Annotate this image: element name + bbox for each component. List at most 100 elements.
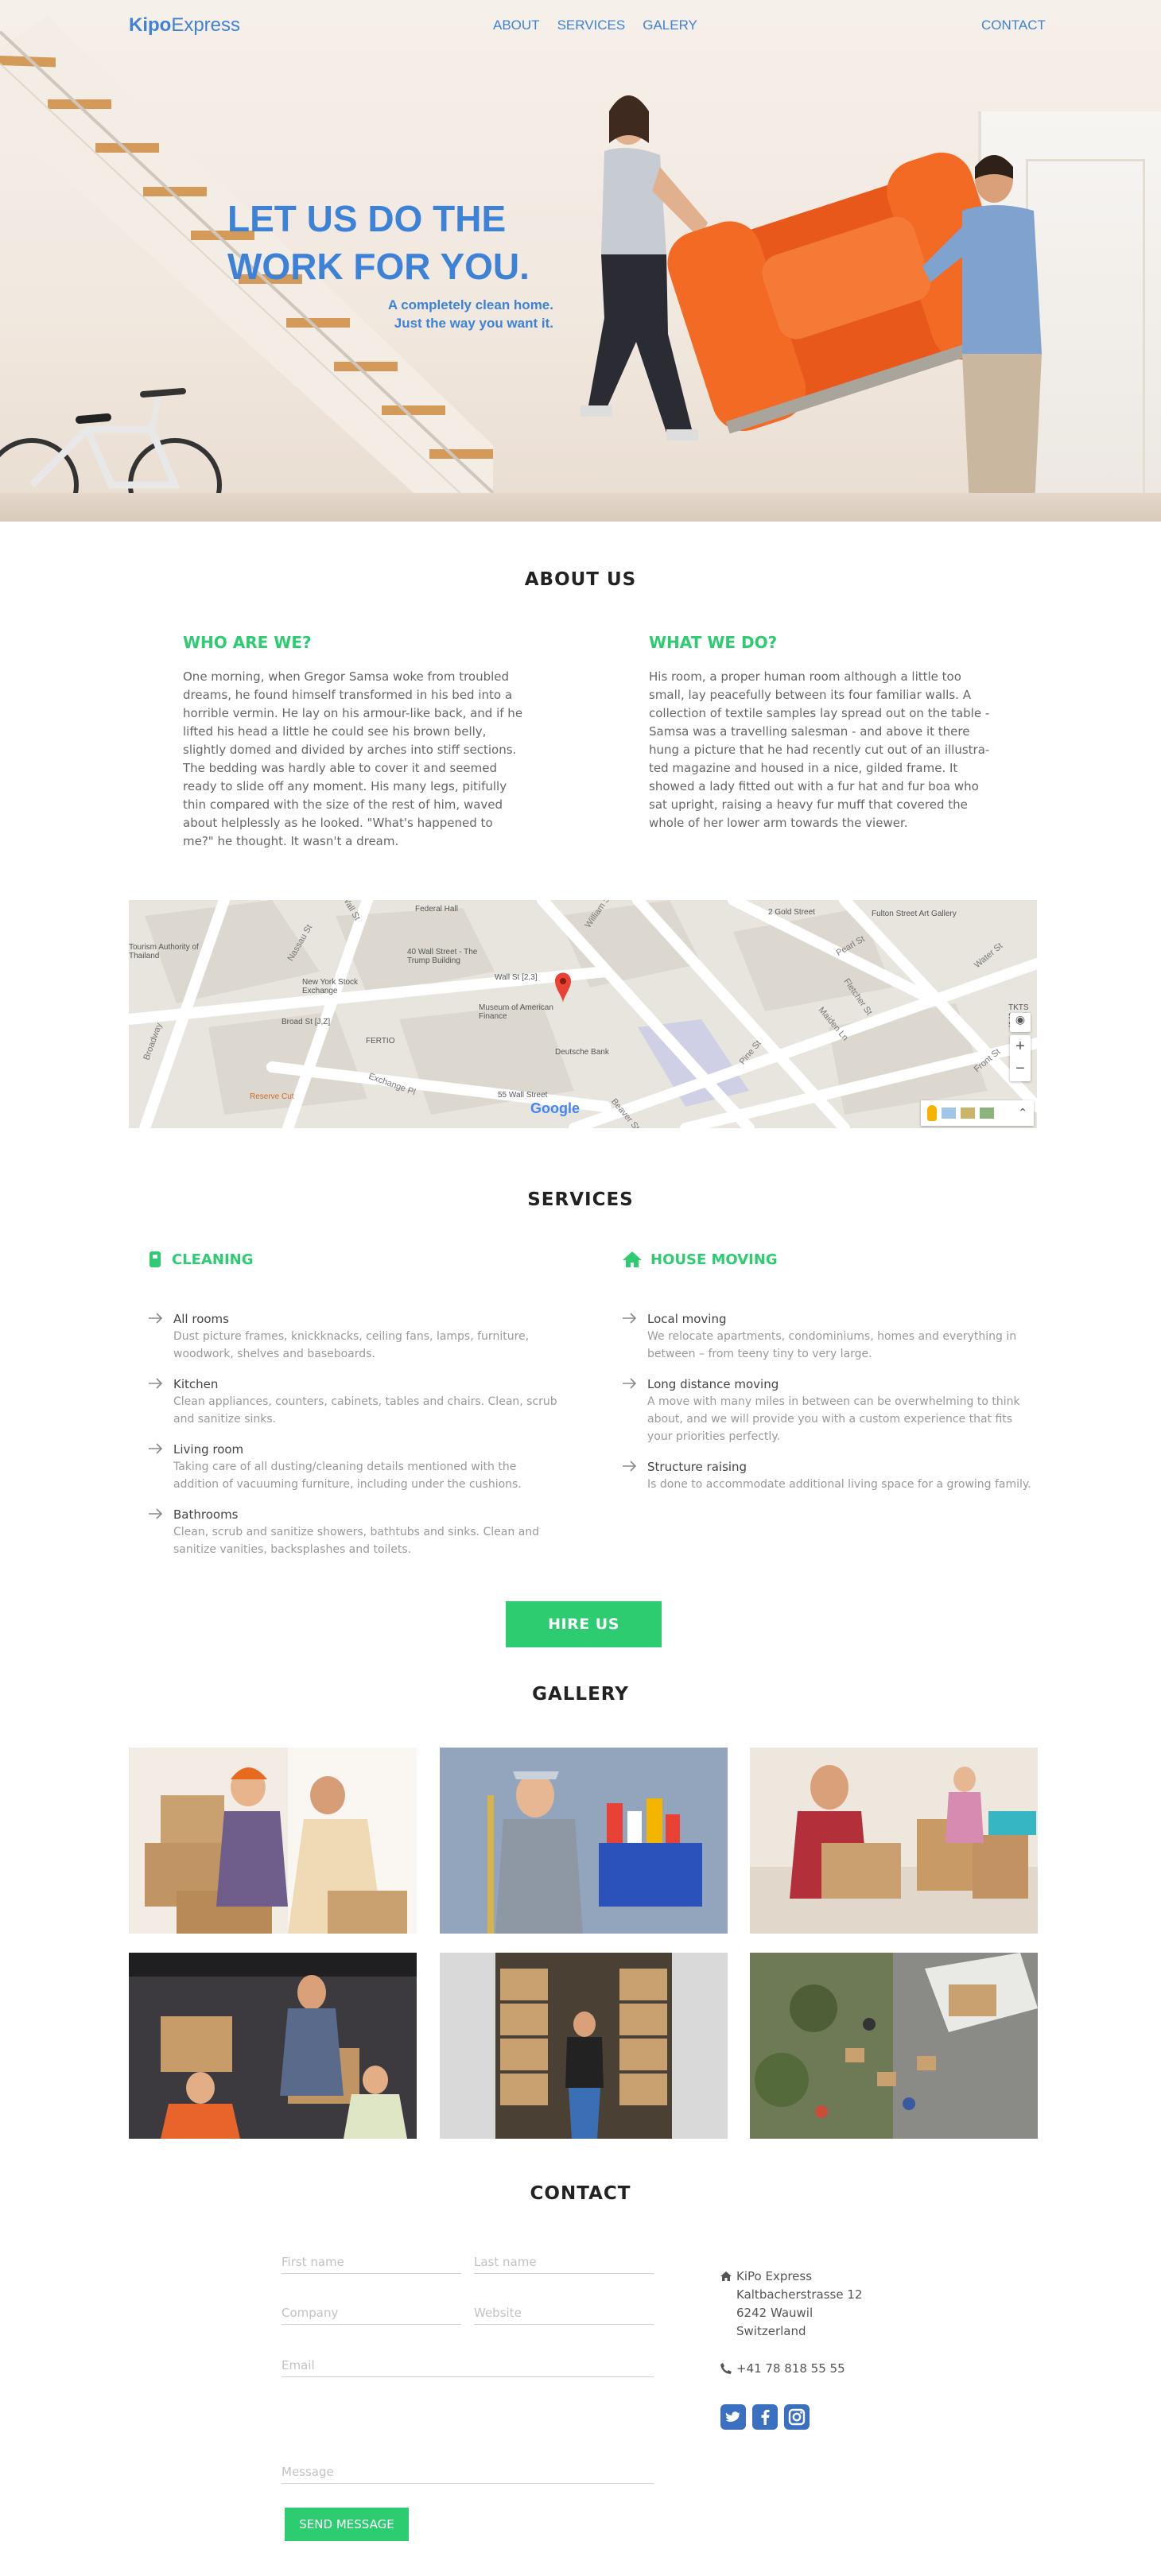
map-layer-control: ⌃ [921,1100,1034,1126]
instagram-icon [788,2408,806,2426]
address-country: Switzerland [736,2324,806,2338]
nav-link-services[interactable]: SERVICES [557,17,626,33]
map-google-logo: Google [530,1100,580,1117]
services-title: SERVICES [527,1189,634,1210]
brand-logo-bold: Kipo [129,14,172,36]
instagram-link[interactable] [784,2404,810,2430]
arrow-right-icon [149,1508,163,1519]
home-icon [720,2271,732,2281]
email-input[interactable] [282,2353,654,2377]
twitter-link[interactable] [720,2404,746,2430]
arrow-right-icon [623,1313,637,1324]
pegman-icon[interactable] [927,1105,937,1121]
service-item-desc: Is done to accommodate additional living… [647,1478,1031,1491]
service-item-name: Structure raising [647,1460,747,1474]
map-label-broad-st: Broad St [J,Z] [282,1018,331,1026]
hero-man-image [922,155,1042,522]
hero-subtitle: A completely clean home. Just the way yo… [334,296,553,332]
gallery-photo-cleaner-cart [440,1748,728,1934]
service-item-desc: We relocate apartments, condominiums, ho… [647,1330,1017,1360]
map-zoom-out-button[interactable]: − [1010,1057,1031,1080]
map-label-museum: Museum of American Finance [479,1003,553,1021]
service-item-desc: Clean appliances, counters, cabinets, ta… [173,1395,557,1426]
phone-number[interactable]: +41 78 818 55 55 [720,2360,845,2378]
nav-link-gallery[interactable]: GALERY [643,17,697,33]
services-cleaning-column: CLEANING All rooms Dust picture frames, … [148,1250,561,1558]
nav-link-contact[interactable]: CONTACT [981,17,1046,33]
hero-section: KipoExpress ABOUT SERVICES GALERY CONTAC… [0,0,1161,522]
address-company-name: KiPo Express [736,2269,813,2283]
phone-icon [720,2363,732,2374]
service-item: Local moving We relocate apartments, con… [622,1310,1035,1363]
nav-link-about[interactable]: ABOUT [493,17,540,33]
service-item: Living room Taking care of all dusting/c… [148,1441,561,1493]
message-input[interactable] [282,2460,654,2484]
satellite-layer-thumb-icon[interactable] [961,1108,975,1119]
nav-links: ABOUT SERVICES GALERY [493,17,697,33]
service-item: All rooms Dust picture frames, knickknac… [148,1310,561,1363]
hero-floor [0,493,1161,522]
map-layer-thumb-icon[interactable] [942,1108,956,1119]
gallery-image-6[interactable] [750,1953,1038,2139]
gallery-image-5[interactable] [440,1953,728,2139]
services-cleaning-heading: CLEANING [148,1250,561,1269]
map-label-gold-street: 2 Gold Street [768,908,815,917]
facebook-link[interactable] [752,2404,778,2430]
company-input[interactable] [282,2301,461,2325]
arrow-right-icon [623,1378,637,1389]
service-item-name: All rooms [173,1312,229,1326]
gallery-image-2[interactable] [440,1748,728,1934]
service-item-name: Bathrooms [173,1507,239,1522]
facebook-icon [761,2409,770,2425]
send-message-button[interactable]: SEND MESSAGE [285,2508,409,2541]
map-label-deutsche-bank: Deutsche Bank [555,1048,609,1057]
services-moving-heading-text: HOUSE MOVING [650,1251,778,1268]
hero-title: LET US DO THE WORK FOR YOU. [227,195,577,290]
house-icon [623,1251,642,1267]
service-item-name: Kitchen [173,1377,219,1391]
map-label-fertio: FERTIO [366,1037,395,1046]
brand-logo-rest: Express [171,14,241,36]
service-item-name: Living room [173,1442,244,1457]
service-item: Kitchen Clean appliances, counters, cabi… [148,1375,561,1428]
service-item-desc: A move with many miles in between can be… [647,1395,1020,1443]
last-name-input[interactable] [474,2250,654,2274]
brand-logo[interactable]: KipoExpress [129,14,240,37]
address-street: Kaltbacherstrasse 12 [736,2287,863,2302]
service-item-name: Local moving [647,1312,727,1326]
first-name-input[interactable] [282,2250,461,2274]
about-what-text: His room, a proper human room although a… [649,669,990,830]
top-navigation: KipoExpress ABOUT SERVICES GALERY CONTAC… [0,0,1161,51]
terrain-layer-thumb-icon[interactable] [980,1108,994,1119]
services-cleaning-heading-text: CLEANING [172,1251,254,1268]
about-title: ABOUT US [524,569,637,590]
gallery-photo-couple-boxes [129,1748,417,1934]
map-label-wall-st-station: Wall St [2,3] [495,973,538,982]
map-zoom-in-button[interactable]: + [1010,1035,1031,1057]
map-compass-control[interactable]: ◉ [1010,1013,1031,1032]
service-item: Bathrooms Clean, scrub and sanitize show… [148,1506,561,1558]
contact-title: CONTACT [530,2183,631,2204]
service-item-name: Long distance moving [647,1377,779,1391]
service-item-desc: Taking care of all dusting/cleaning deta… [173,1461,522,1491]
about-what-heading: WHAT WE DO? [649,633,778,652]
expand-layers-icon[interactable]: ⌃ [1018,1107,1027,1119]
arrow-right-icon [623,1461,637,1472]
about-what-column: WHAT WE DO? His room, a proper human roo… [649,633,991,832]
website-input[interactable] [474,2301,654,2325]
gallery-title: GALLERY [532,1684,629,1705]
gallery-image-1[interactable] [129,1748,417,1934]
map-zoom-control: + − [1010,1035,1031,1081]
arrow-right-icon [149,1443,163,1454]
map-label-reserve-cut: Reserve Cut [250,1092,294,1101]
hire-us-button[interactable]: HIRE US [506,1601,662,1647]
map-label-nyse: New York Stock Exchange [302,978,359,995]
arrow-right-icon [149,1313,163,1324]
map-label-fulton-gallery: Fulton Street Art Gallery [872,910,957,918]
location-map[interactable]: Federal Hall 2 Gold Street Fulton Street… [129,900,1037,1128]
hero-title-line1: LET US DO THE [227,198,507,239]
gallery-image-4[interactable] [129,1953,417,2139]
map-label-federal-hall: Federal Hall [415,905,458,914]
gallery-image-3[interactable] [750,1748,1038,1934]
services-moving-column: HOUSE MOVING Local moving We relocate ap… [622,1250,1035,1493]
